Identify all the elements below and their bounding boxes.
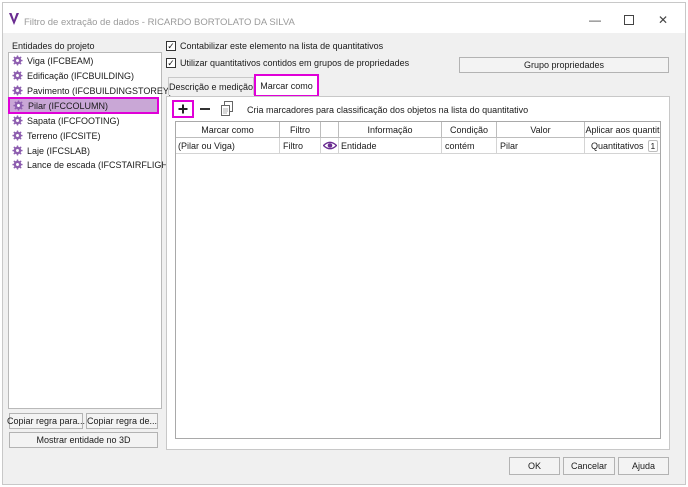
cell-filtro[interactable]: Filtro (280, 138, 321, 154)
gear-icon (13, 100, 24, 111)
checkmark-icon: ✓ (167, 57, 175, 68)
cell-condicao[interactable]: contém (442, 138, 497, 154)
sidebar-item-label: Laje (IFCSLAB) (27, 145, 91, 156)
count-element-checkbox[interactable]: ✓ (166, 41, 176, 51)
col-header-icon[interactable] (321, 122, 339, 138)
eye-icon (322, 141, 337, 150)
cell-marcar-como[interactable]: (Pilar ou Viga) (176, 138, 280, 154)
sidebar-item-label: Lance de escada (IFCSTAIRFLIGHT) (27, 159, 177, 170)
app-logo-icon (9, 13, 19, 25)
maximize-icon (624, 15, 634, 25)
gear-icon (12, 115, 23, 126)
group-properties-button[interactable]: Grupo propriedades (459, 57, 669, 73)
sidebar-item-pilar[interactable]: Pilar (IFCCOLUMN) (8, 97, 159, 114)
sidebar-item-label: Sapata (IFCFOOTING) (27, 115, 120, 126)
gear-icon (12, 145, 23, 156)
sidebar-title: Entidades do projeto (12, 41, 95, 51)
sidebar-item-laje[interactable]: Laje (IFCSLAB) (10, 143, 160, 158)
ok-button[interactable]: OK (509, 457, 560, 475)
maximize-button[interactable] (612, 9, 646, 31)
col-header-filtro[interactable]: Filtro (280, 122, 321, 138)
cell-eye[interactable] (321, 138, 339, 154)
tab-descricao-medicao[interactable]: Descrição e medição (168, 77, 254, 95)
cell-valor[interactable]: Pilar (497, 138, 585, 154)
gear-icon (12, 70, 23, 81)
sidebar-item-viga[interactable]: Viga (IFCBEAM) (10, 53, 160, 68)
copy-rule-from-button[interactable]: Copiar regra de... (86, 413, 158, 429)
plus-icon (178, 104, 188, 114)
cell-aplicar[interactable]: Quantitativos 1 (585, 138, 660, 154)
checkmark-icon: ✓ (167, 40, 175, 51)
rules-table (175, 121, 661, 439)
gear-icon (12, 55, 23, 66)
sidebar-item-edificacao[interactable]: Edificação (IFCBUILDING) (10, 68, 160, 83)
use-groups-label: Utilizar quantitativos contidos em grupo… (180, 58, 410, 68)
sidebar-item-pavimento[interactable]: Pavimento (IFCBUILDINGSTOREY) (10, 83, 172, 98)
cancel-button[interactable]: Cancelar (563, 457, 615, 475)
copy-icon (221, 101, 233, 116)
copy-button[interactable] (220, 101, 234, 116)
col-header-marcar-como[interactable]: Marcar como (176, 122, 280, 138)
copy-rule-to-button[interactable]: Copiar regra para... (7, 413, 85, 429)
remove-button[interactable] (198, 103, 212, 115)
tab-marcar-como[interactable]: Marcar como (254, 74, 319, 97)
sidebar-item-label: Edificação (IFCBUILDING) (27, 70, 135, 81)
help-button[interactable]: Ajuda (618, 457, 669, 475)
cell-aplicar-label: Quantitativos (591, 140, 644, 151)
sidebar-item-sapata[interactable]: Sapata (IFCFOOTING) (10, 113, 160, 128)
minus-icon (200, 108, 210, 110)
col-header-valor[interactable]: Valor (497, 122, 585, 138)
add-button[interactable] (172, 100, 194, 118)
gear-icon (12, 159, 23, 170)
sidebar-item-label: Pilar (IFCCOLUMN) (28, 100, 108, 111)
count-element-label: Contabilizar este elemento na lista de q… (180, 41, 384, 51)
minimize-icon: — (589, 13, 601, 27)
close-button[interactable]: ✕ (646, 9, 680, 31)
sidebar-item-terreno[interactable]: Terreno (IFCSITE) (10, 128, 160, 143)
gear-icon (12, 85, 23, 96)
apply-count-badge: 1 (647, 139, 659, 152)
cell-informacao[interactable]: Entidade (339, 138, 442, 154)
minimize-button[interactable]: — (578, 9, 612, 31)
col-header-aplicar[interactable]: Aplicar aos quantit (585, 122, 660, 138)
sidebar-item-label: Viga (IFCBEAM) (27, 55, 94, 66)
window-title: Filtro de extração de dados - RICARDO BO… (24, 17, 295, 28)
sidebar-item-label: Terreno (IFCSITE) (27, 130, 101, 141)
use-groups-checkbox[interactable]: ✓ (166, 58, 176, 68)
col-header-condicao[interactable]: Condição (442, 122, 497, 138)
gear-icon (12, 130, 23, 141)
sidebar-item-label: Pavimento (IFCBUILDINGSTOREY) (27, 85, 172, 96)
sidebar-item-lance-escada[interactable]: Lance de escada (IFCSTAIRFLIGHT) (10, 157, 176, 172)
col-header-informacao[interactable]: Informação (339, 122, 442, 138)
close-icon: ✕ (657, 13, 669, 27)
show-3d-button[interactable]: Mostrar entidade no 3D (9, 432, 158, 448)
toolbar-hint: Cria marcadores para classificação dos o… (247, 105, 529, 115)
